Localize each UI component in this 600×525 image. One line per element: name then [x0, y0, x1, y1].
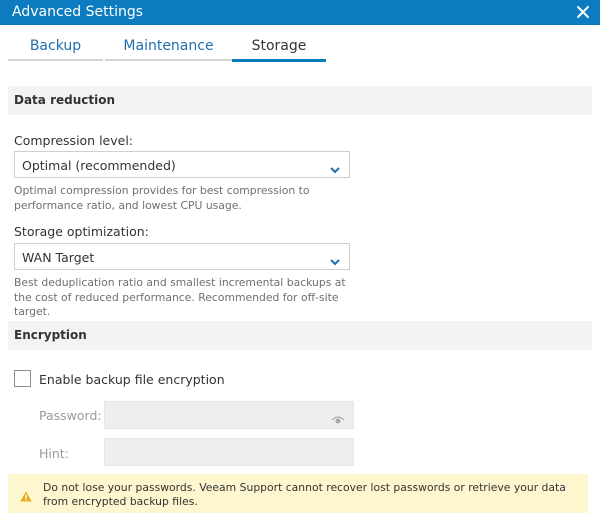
- storage-optimization-value: WAN Target: [22, 250, 95, 265]
- chevron-down-icon: [329, 160, 341, 174]
- warning-text: Do not lose your passwords. Veeam Suppor…: [43, 481, 566, 508]
- dialog-title: Advanced Settings: [12, 4, 144, 20]
- chevron-down-icon: [329, 252, 341, 266]
- compression-help-text: Optimal compression provides for best co…: [14, 184, 310, 212]
- storage-optimization-select[interactable]: WAN Target: [14, 243, 350, 270]
- warning-icon: [20, 487, 32, 502]
- eye-icon[interactable]: [331, 410, 345, 424]
- tab-maintenance[interactable]: Maintenance: [105, 25, 232, 61]
- enable-encryption-label[interactable]: Enable backup file encryption: [39, 372, 225, 387]
- storage-optimization-label: Storage optimization:: [14, 224, 149, 239]
- tab-backup[interactable]: Backup: [8, 25, 103, 61]
- compression-level-select[interactable]: Optimal (recommended): [14, 151, 350, 178]
- encryption-header: Encryption: [8, 321, 592, 350]
- hint-field[interactable]: [104, 438, 354, 466]
- close-icon[interactable]: [573, 1, 593, 23]
- password-label: Password:: [39, 408, 102, 423]
- storage-optimization-help-text: Best deduplication ratio and smallest in…: [14, 276, 346, 318]
- hint-label: Hint:: [39, 446, 69, 461]
- warning-banner: Do not lose your passwords. Veeam Suppor…: [8, 474, 588, 513]
- compression-level-value: Optimal (recommended): [22, 158, 176, 173]
- tab-storage[interactable]: Storage: [232, 25, 326, 62]
- tab-bar: Backup Maintenance Storage: [8, 25, 592, 63]
- data-reduction-header: Data reduction: [8, 86, 592, 115]
- enable-encryption-checkbox[interactable]: [14, 370, 31, 387]
- compression-level-label: Compression level:: [14, 133, 134, 148]
- dialog-titlebar: Advanced Settings: [0, 0, 600, 25]
- password-field[interactable]: [104, 401, 354, 429]
